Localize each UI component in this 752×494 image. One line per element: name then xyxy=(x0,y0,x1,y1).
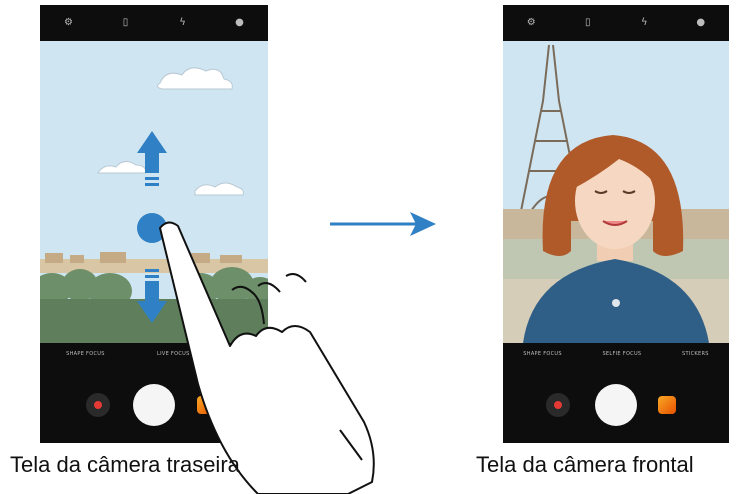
flash-icon[interactable]: ϟ xyxy=(637,18,651,28)
record-button[interactable] xyxy=(86,393,110,417)
front-capture-controls xyxy=(503,365,729,443)
rear-viewfinder[interactable] xyxy=(40,41,268,343)
shutter-button[interactable] xyxy=(133,384,175,426)
filter-icon[interactable]: ● xyxy=(694,18,708,28)
mode-tab[interactable]: STICKERS xyxy=(682,351,709,357)
gallery-thumbnail[interactable] xyxy=(197,396,215,414)
rear-camera-caption: Tela da câmera traseira xyxy=(10,452,240,477)
rear-mode-bar: SHAPE FOCUS LIVE FOCUS xyxy=(40,343,268,365)
gallery-thumbnail[interactable] xyxy=(658,396,676,414)
settings-icon[interactable]: ⚙ xyxy=(524,18,538,28)
settings-icon[interactable]: ⚙ xyxy=(62,18,76,28)
rear-camera-screen: ⚙ ▯ ϟ ● SHAPE FOCUS LIVE FOCUS xyxy=(40,5,268,443)
mode-tab[interactable]: LIVE FOCUS xyxy=(157,351,190,357)
hdr-icon[interactable]: ▯ xyxy=(581,18,595,28)
front-camera-screen: ⚙ ▯ ϟ ● SHAPE FOCUS SELFIE FOCUS STICKER… xyxy=(503,5,729,443)
front-mode-bar: SHAPE FOCUS SELFIE FOCUS STICKERS xyxy=(503,343,729,365)
front-viewfinder[interactable] xyxy=(503,41,729,343)
touch-point-icon xyxy=(137,213,167,243)
camera-top-bar: ⚙ ▯ ϟ ● xyxy=(503,5,729,41)
record-button[interactable] xyxy=(546,393,570,417)
shutter-button[interactable] xyxy=(595,384,637,426)
mode-tab[interactable]: SHAPE FOCUS xyxy=(523,351,562,357)
hdr-icon[interactable]: ▯ xyxy=(119,18,133,28)
flash-icon[interactable]: ϟ xyxy=(176,18,190,28)
transition-arrow-icon xyxy=(330,212,436,236)
mode-tab[interactable]: SHAPE FOCUS xyxy=(66,351,105,357)
camera-top-bar: ⚙ ▯ ϟ ● xyxy=(40,5,268,41)
front-camera-caption: Tela da câmera frontal xyxy=(476,452,694,477)
filter-icon[interactable]: ● xyxy=(233,18,247,28)
rear-capture-controls xyxy=(40,365,268,443)
mode-tab[interactable]: SELFIE FOCUS xyxy=(602,351,641,357)
